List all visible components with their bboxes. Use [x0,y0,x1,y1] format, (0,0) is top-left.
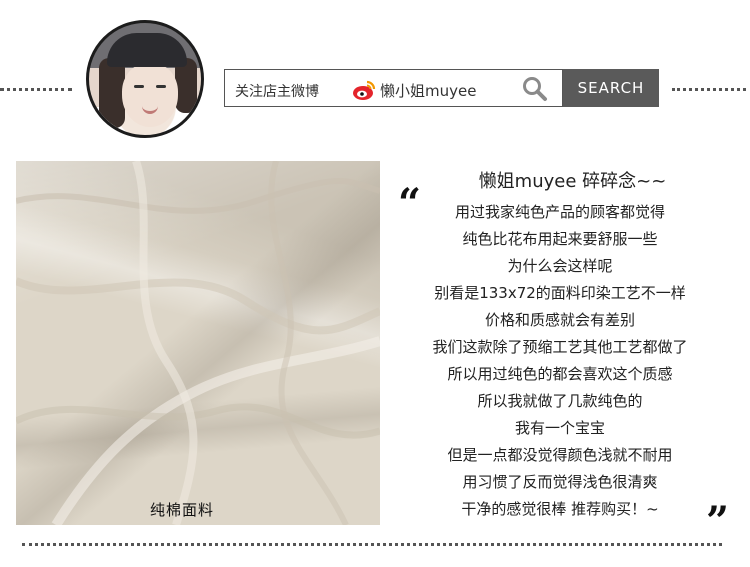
blurb-line: 用习惯了反而觉得浅色很清爽 [462,473,658,491]
blurb-line: 别看是133x72的面料印染工艺不一样 [434,284,686,302]
weibo-icon[interactable] [352,79,376,105]
blurb-line: 为什么会这样呢 [507,257,613,275]
fabric-photo: 纯棉面料 [16,161,380,525]
blurb-line: 我们这款除了预缩工艺其他工艺都做了 [432,338,688,356]
blurb-line: 纯色比花布用起来要舒服一些 [462,230,658,248]
blurb-line: 干净的感觉很棒 推荐购买！~ [461,500,659,518]
blurb-line: 我有一个宝宝 [514,419,605,437]
search-bar[interactable]: 关注店主微博 懒小姐muyee [224,69,563,107]
bottom-divider [22,543,722,546]
weibo-account[interactable]: 懒小姐muyee [380,80,476,101]
blurb-line: 所以用过纯色的都会喜欢这个质感 [447,365,673,383]
blurb-line: 价格和质感就会有差别 [484,311,635,329]
search-icon[interactable] [522,76,548,106]
close-quote-icon: ” [706,498,730,545]
header-divider-left [0,88,72,91]
blurb-title: 懒姐muyee 碎碎念~~ [478,171,667,192]
avatar [86,20,204,138]
blurb-line: 用过我家纯色产品的顾客都觉得 [454,203,665,221]
blurb-line: 所以我就做了几款纯色的 [477,392,643,410]
search-button[interactable]: SEARCH [563,69,659,107]
follow-label: 关注店主微博 [235,84,319,100]
blurb-line: 但是一点都没觉得颜色浅就不耐用 [447,446,673,464]
photo-caption: 纯棉面料 [150,501,215,519]
fabric-folds [16,161,380,525]
header-divider-right [672,88,746,91]
blurb-text: 用过我家纯色产品的顾客都觉得 纯色比花布用起来要舒服一些 为什么会这样呢 别看是… [400,199,720,523]
